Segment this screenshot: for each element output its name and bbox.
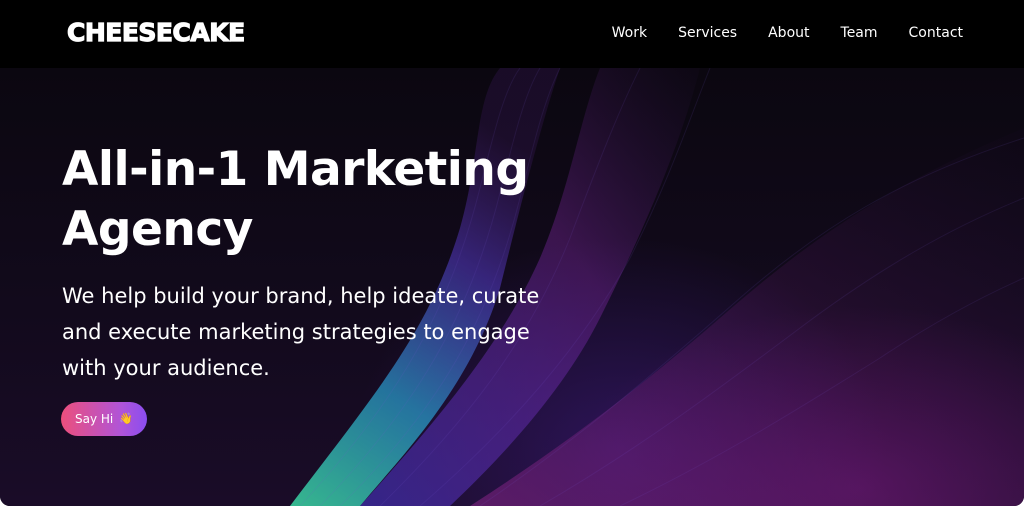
- nav-link-contact[interactable]: Contact: [909, 24, 963, 42]
- say-hi-button-label: Say Hi: [75, 412, 114, 426]
- brand-logo[interactable]: CHEESECAKE: [66, 17, 245, 49]
- page-frame: CHEESECAKE Work Services About Team Cont…: [0, 0, 1024, 506]
- nav-link-services[interactable]: Services: [678, 24, 737, 42]
- waving-hand-icon: 👋: [119, 412, 133, 425]
- hero-subtitle: We help build your brand, help ideate, c…: [62, 284, 540, 380]
- hero-section: All-in-1 Marketing Agency We help build …: [0, 68, 1024, 506]
- hero-title: All-in-1 Marketing Agency: [62, 142, 529, 257]
- top-navigation: CHEESECAKE Work Services About Team Cont…: [0, 0, 1024, 68]
- say-hi-button[interactable]: Say Hi 👋: [61, 402, 147, 436]
- nav-link-about[interactable]: About: [768, 24, 809, 42]
- nav-menu: Work Services About Team Contact: [581, 24, 963, 42]
- nav-link-work[interactable]: Work: [612, 24, 647, 42]
- nav-link-team[interactable]: Team: [841, 24, 878, 42]
